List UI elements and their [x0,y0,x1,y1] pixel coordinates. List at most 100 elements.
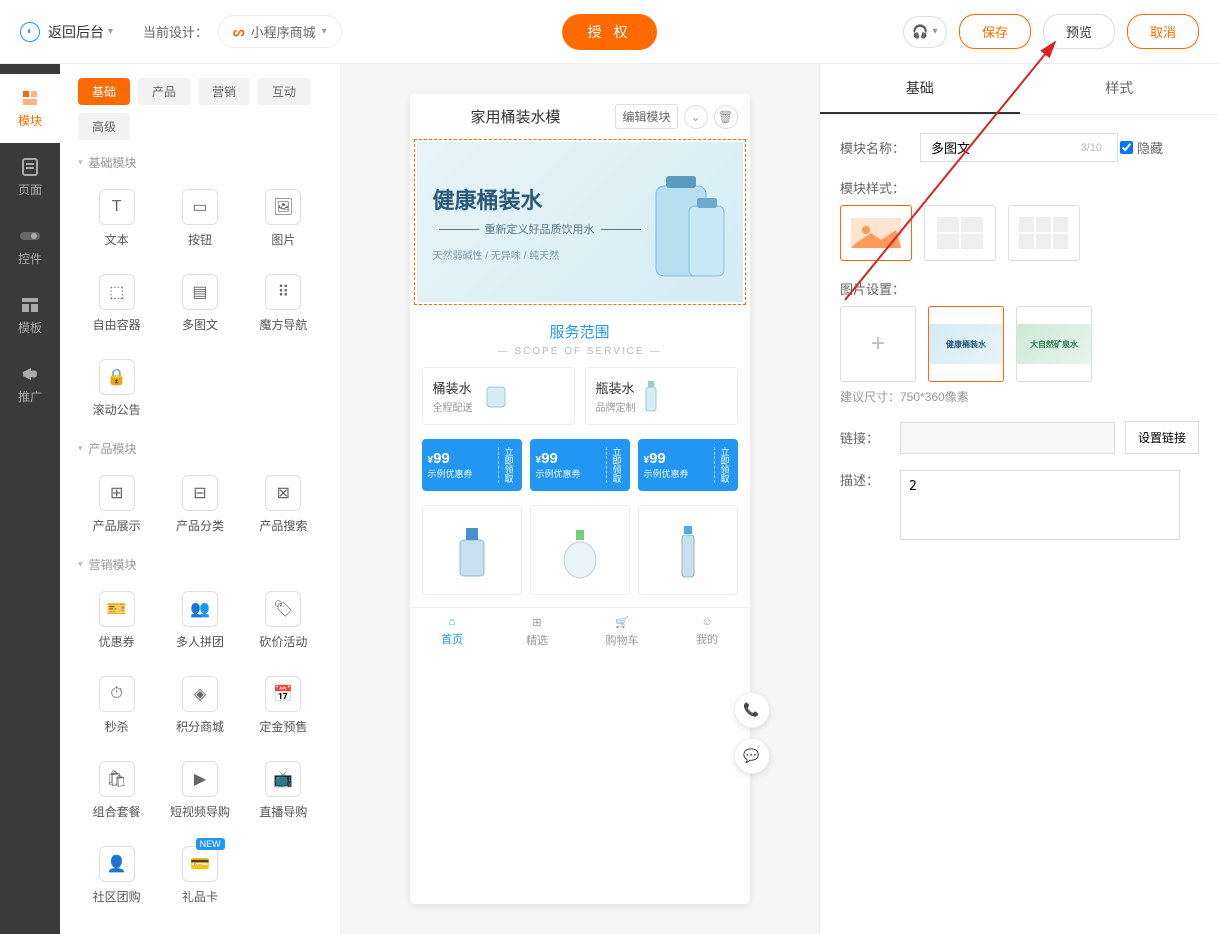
edit-module-button[interactable]: 编辑模块 [615,104,677,129]
style-opt-grid4[interactable] [924,205,996,261]
add-image-button[interactable]: + [840,306,916,382]
mod-label: 自由容器 [93,316,141,333]
marketing-grid: 🎫优惠券 👥多人拼团 🏷砍价活动 ⏱秒杀 ◈积分商城 📅定金预售 🛍 组合套餐 ▶… [78,581,322,915]
image-thumb-2[interactable]: 大自然矿泉水 [1016,306,1092,382]
mod-seckill[interactable]: ⏱秒杀 [78,666,155,745]
chevron-down-icon: ▾ [108,26,113,37]
wechat-float-button[interactable]: 💬 [734,738,770,774]
delete-button[interactable]: 🗑 [714,105,738,129]
mod-label: 组合套餐 [93,803,141,820]
banner-text: 健康桶装水 重新定义好品质饮用水 天然弱碱性 / 无异味 / 纯天然 [433,183,647,262]
down-arrow-button[interactable]: ⌄ [684,105,708,129]
mod-magic-nav[interactable]: ⠿魔方导航 [245,264,322,343]
mod-text[interactable]: T文本 [78,179,155,258]
basic-grid: T文本 ▭按钮 🖼图片 ⬚自由容器 ▤多图文 ⠿魔方导航 🔒滚动公告 [78,179,322,428]
authorize-button[interactable]: 授 权 [562,14,658,50]
style-options [840,205,1199,261]
mod-product-show[interactable]: ⊞产品展示 [78,465,155,544]
mod-image[interactable]: 🖼图片 [245,179,322,258]
headset-button[interactable]: 🎧 ▾ [903,16,947,48]
coupon[interactable]: ¥99示例优惠券立即领取 [530,439,630,491]
cancel-button[interactable]: 取消 [1127,14,1199,49]
mod-group[interactable]: 👥多人拼团 [161,581,238,660]
module-panel: 基础 产品 营销 互动 高级 基础模块 T文本 ▭按钮 🖼图片 ⬚自由容器 ▤多… [60,64,340,934]
link-input[interactable] [900,422,1115,454]
mod-product-search[interactable]: ⊠产品搜索 [245,465,322,544]
coupon[interactable]: ¥99示例优惠券立即领取 [422,439,522,491]
banner: 健康桶装水 重新定义好品质饮用水 天然弱碱性 / 无异味 / 纯天然 [417,142,743,302]
image-thumb-1[interactable]: 健康桶装水 [928,306,1004,382]
mod-bargain[interactable]: 🏷砍价活动 [245,581,322,660]
product-card[interactable] [638,505,738,595]
text-icon: T [99,189,135,225]
style-opt-grid6[interactable] [1008,205,1080,261]
cat-tab-marketing[interactable]: 营销 [198,78,250,105]
mod-label: 按钮 [188,231,212,248]
logo-icon: ◐ [20,22,40,42]
cat-tab-basic[interactable]: 基础 [78,78,130,105]
rail-template[interactable]: 模板 [0,281,60,350]
preview-button[interactable]: 预览 [1043,14,1115,49]
mod-label: 优惠券 [99,633,135,650]
mod-gift-card[interactable]: NEW💳礼品卡 [161,836,238,915]
design-selector[interactable]: ᔕ 小程序商城 ▾ [218,15,342,48]
headset-icon: 🎧 [912,24,928,40]
bag-icon: 🛍 [99,761,135,797]
phone-preview: 家用桶装水模 编辑模块 ⌄ 🗑 健康桶装水 重新定义好品质饮用水 天然弱碱性 /… [410,94,750,904]
rail-modules[interactable]: 模块 [0,74,60,143]
thumb-preview: 大自然矿泉水 [1017,324,1091,364]
prop-tab-basic[interactable]: 基础 [820,64,1020,114]
tab-featured[interactable]: ⊞精选 [495,608,580,656]
save-button[interactable]: 保存 [959,14,1031,49]
phone-title: 家用桶装水模 [422,106,610,127]
float-buttons: 📞 💬 [734,692,770,774]
tab-cart[interactable]: 🛒购物车 [580,608,665,656]
mod-points[interactable]: ◈积分商城 [161,666,238,745]
product-card[interactable] [530,505,630,595]
mod-label: 社区团购 [93,888,141,905]
tab-bar: ⌂首页 ⊞精选 🛒购物车 ☺我的 [410,607,750,656]
mod-notice[interactable]: 🔒滚动公告 [78,349,155,428]
phone-float-button[interactable]: 📞 [734,692,770,728]
hide-checkbox-input[interactable] [1120,141,1133,154]
cat-tab-advanced[interactable]: 高级 [78,113,130,140]
service-card[interactable]: 桶装水全程配送 [422,367,575,425]
prop-tab-style[interactable]: 样式 [1020,64,1219,114]
hide-checkbox[interactable]: 隐藏 [1120,138,1163,157]
product-card[interactable] [422,505,522,595]
mod-coupon[interactable]: 🎫优惠券 [78,581,155,660]
style-opt-single[interactable] [840,205,912,261]
cat-tab-interact[interactable]: 互动 [258,78,310,105]
char-count: 3/10 [1081,142,1102,154]
back-link[interactable]: 返回后台 ▾ [48,22,113,42]
calendar-icon: 📅 [265,676,301,712]
user-icon: ☺ [701,616,712,628]
coupon[interactable]: ¥99示例优惠券立即领取 [638,439,738,491]
design-name: 小程序商城 [251,22,316,41]
mod-product-cat[interactable]: ⊟产品分类 [161,465,238,544]
rail-page[interactable]: 页面 [0,143,60,212]
tab-home[interactable]: ⌂首页 [410,608,495,656]
tab-profile[interactable]: ☺我的 [665,608,750,656]
tab-label: 精选 [526,632,548,648]
cat-tab-product[interactable]: 产品 [138,78,190,105]
timer-icon: ⏱ [99,676,135,712]
mod-container[interactable]: ⬚自由容器 [78,264,155,343]
service-card[interactable]: 瓶装水品牌定制 [585,367,738,425]
set-link-button[interactable]: 设置链接 [1125,421,1199,454]
mod-community[interactable]: 👤社区团购 [78,836,155,915]
rail-promote[interactable]: 推广 [0,350,60,419]
mod-button[interactable]: ▭按钮 [161,179,238,258]
bottle-icon [644,379,658,413]
rail-widget[interactable]: 控件 [0,212,60,281]
desc-textarea[interactable] [900,470,1180,540]
left-rail: 模块 页面 控件 模板 推广 [0,64,60,934]
desc-row: 描述： [840,470,1199,540]
mod-combo[interactable]: 🛍 组合套餐 [78,751,155,830]
selected-module[interactable]: 健康桶装水 重新定义好品质饮用水 天然弱碱性 / 无异味 / 纯天然 [414,139,746,305]
mod-multi-image[interactable]: ▤多图文 [161,264,238,343]
cart-icon: 🛒 [615,616,629,629]
mod-video[interactable]: ▶短视频导购 [161,751,238,830]
mod-live[interactable]: 📺直播导购 [245,751,322,830]
mod-presale[interactable]: 📅定金预售 [245,666,322,745]
